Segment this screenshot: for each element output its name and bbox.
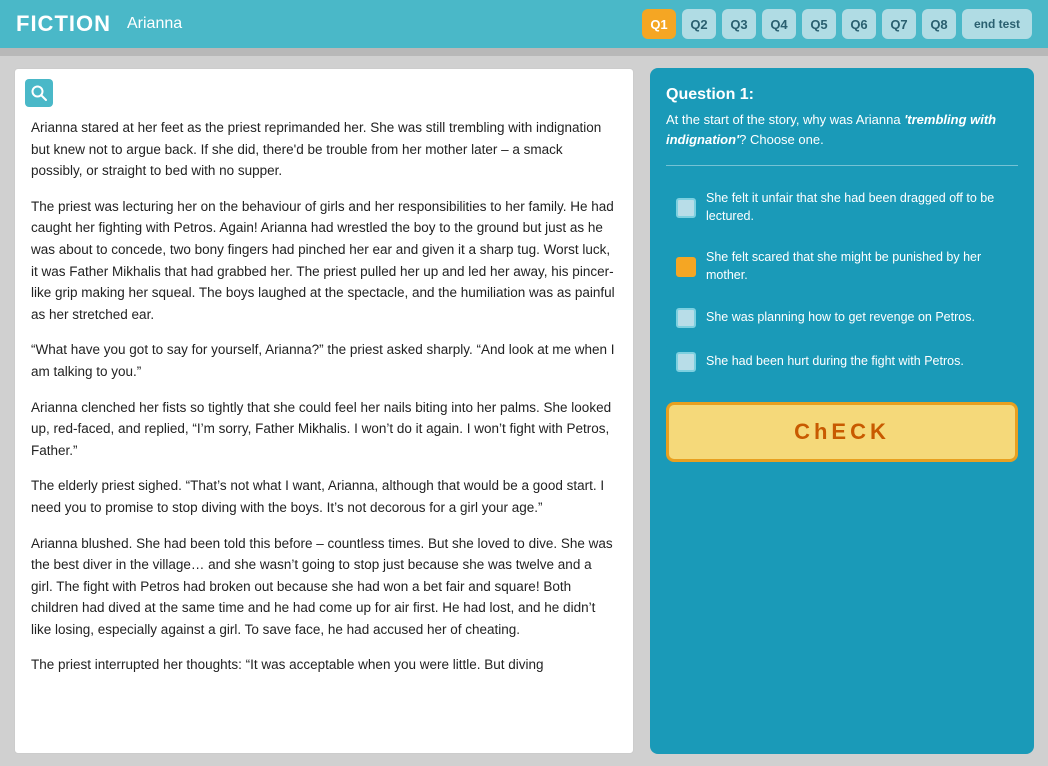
- option-label-2: She felt scared that she might be punish…: [706, 249, 1008, 284]
- passage-paragraph: The priest interrupted her thoughts: “It…: [31, 654, 617, 676]
- question-panel: Question 1: At the start of the story, w…: [650, 68, 1034, 754]
- passage-paragraph: “What have you got to say for yourself, …: [31, 339, 617, 382]
- option-label-4: She had been hurt during the fight with …: [706, 353, 964, 371]
- option-checkbox-3[interactable]: [676, 308, 696, 328]
- passage-paragraph: Arianna blushed. She had been told this …: [31, 533, 617, 641]
- question-body: At the start of the story, why was Arian…: [666, 110, 1018, 149]
- nav-btn-q3[interactable]: Q3: [722, 9, 756, 39]
- nav-btn-q4[interactable]: Q4: [762, 9, 796, 39]
- nav-btn-q8[interactable]: Q8: [922, 9, 956, 39]
- question-title: Question 1:: [666, 86, 1018, 104]
- header-divider: [0, 48, 1048, 56]
- passage-paragraph: Arianna stared at her feet as the priest…: [31, 117, 617, 182]
- main-content: Arianna stared at her feet as the priest…: [0, 56, 1048, 766]
- passage-text: Arianna stared at her feet as the priest…: [31, 117, 617, 676]
- option-checkbox-1[interactable]: [676, 198, 696, 218]
- options-container: She felt it unfair that she had been dra…: [666, 182, 1018, 380]
- answer-option-4[interactable]: She had been hurt during the fight with …: [666, 344, 1018, 380]
- end-test-button[interactable]: end test: [962, 9, 1032, 39]
- passage-paragraph: Arianna clenched her fists so tightly th…: [31, 397, 617, 462]
- question-header: Question 1: At the start of the story, w…: [666, 86, 1018, 149]
- answer-option-2[interactable]: She felt scared that she might be punish…: [666, 241, 1018, 292]
- option-checkbox-2[interactable]: [676, 257, 696, 277]
- nav-btn-q1[interactable]: Q1: [642, 9, 676, 39]
- option-label-1: She felt it unfair that she had been dra…: [706, 190, 1008, 225]
- nav-btn-q7[interactable]: Q7: [882, 9, 916, 39]
- option-checkbox-4[interactable]: [676, 352, 696, 372]
- check-button[interactable]: ChECK: [666, 402, 1018, 462]
- nav-btn-q5[interactable]: Q5: [802, 9, 836, 39]
- passage-paragraph: The elderly priest sighed. “That’s not w…: [31, 475, 617, 518]
- header: FICTION Arianna Q1Q2Q3Q4Q5Q6Q7Q8end test: [0, 0, 1048, 48]
- answer-option-3[interactable]: She was planning how to get revenge on P…: [666, 300, 1018, 336]
- option-label-3: She was planning how to get revenge on P…: [706, 309, 975, 327]
- answer-option-1[interactable]: She felt it unfair that she had been dra…: [666, 182, 1018, 233]
- app-title: FICTION: [16, 11, 111, 37]
- passage-container: Arianna stared at her feet as the priest…: [14, 68, 634, 754]
- search-icon[interactable]: [25, 79, 53, 107]
- nav-btn-q6[interactable]: Q6: [842, 9, 876, 39]
- question-nav: Q1Q2Q3Q4Q5Q6Q7Q8end test: [642, 9, 1032, 39]
- header-subtitle: Arianna: [127, 15, 182, 33]
- passage-paragraph: The priest was lecturing her on the beha…: [31, 196, 617, 326]
- question-divider: [666, 165, 1018, 166]
- nav-btn-q2[interactable]: Q2: [682, 9, 716, 39]
